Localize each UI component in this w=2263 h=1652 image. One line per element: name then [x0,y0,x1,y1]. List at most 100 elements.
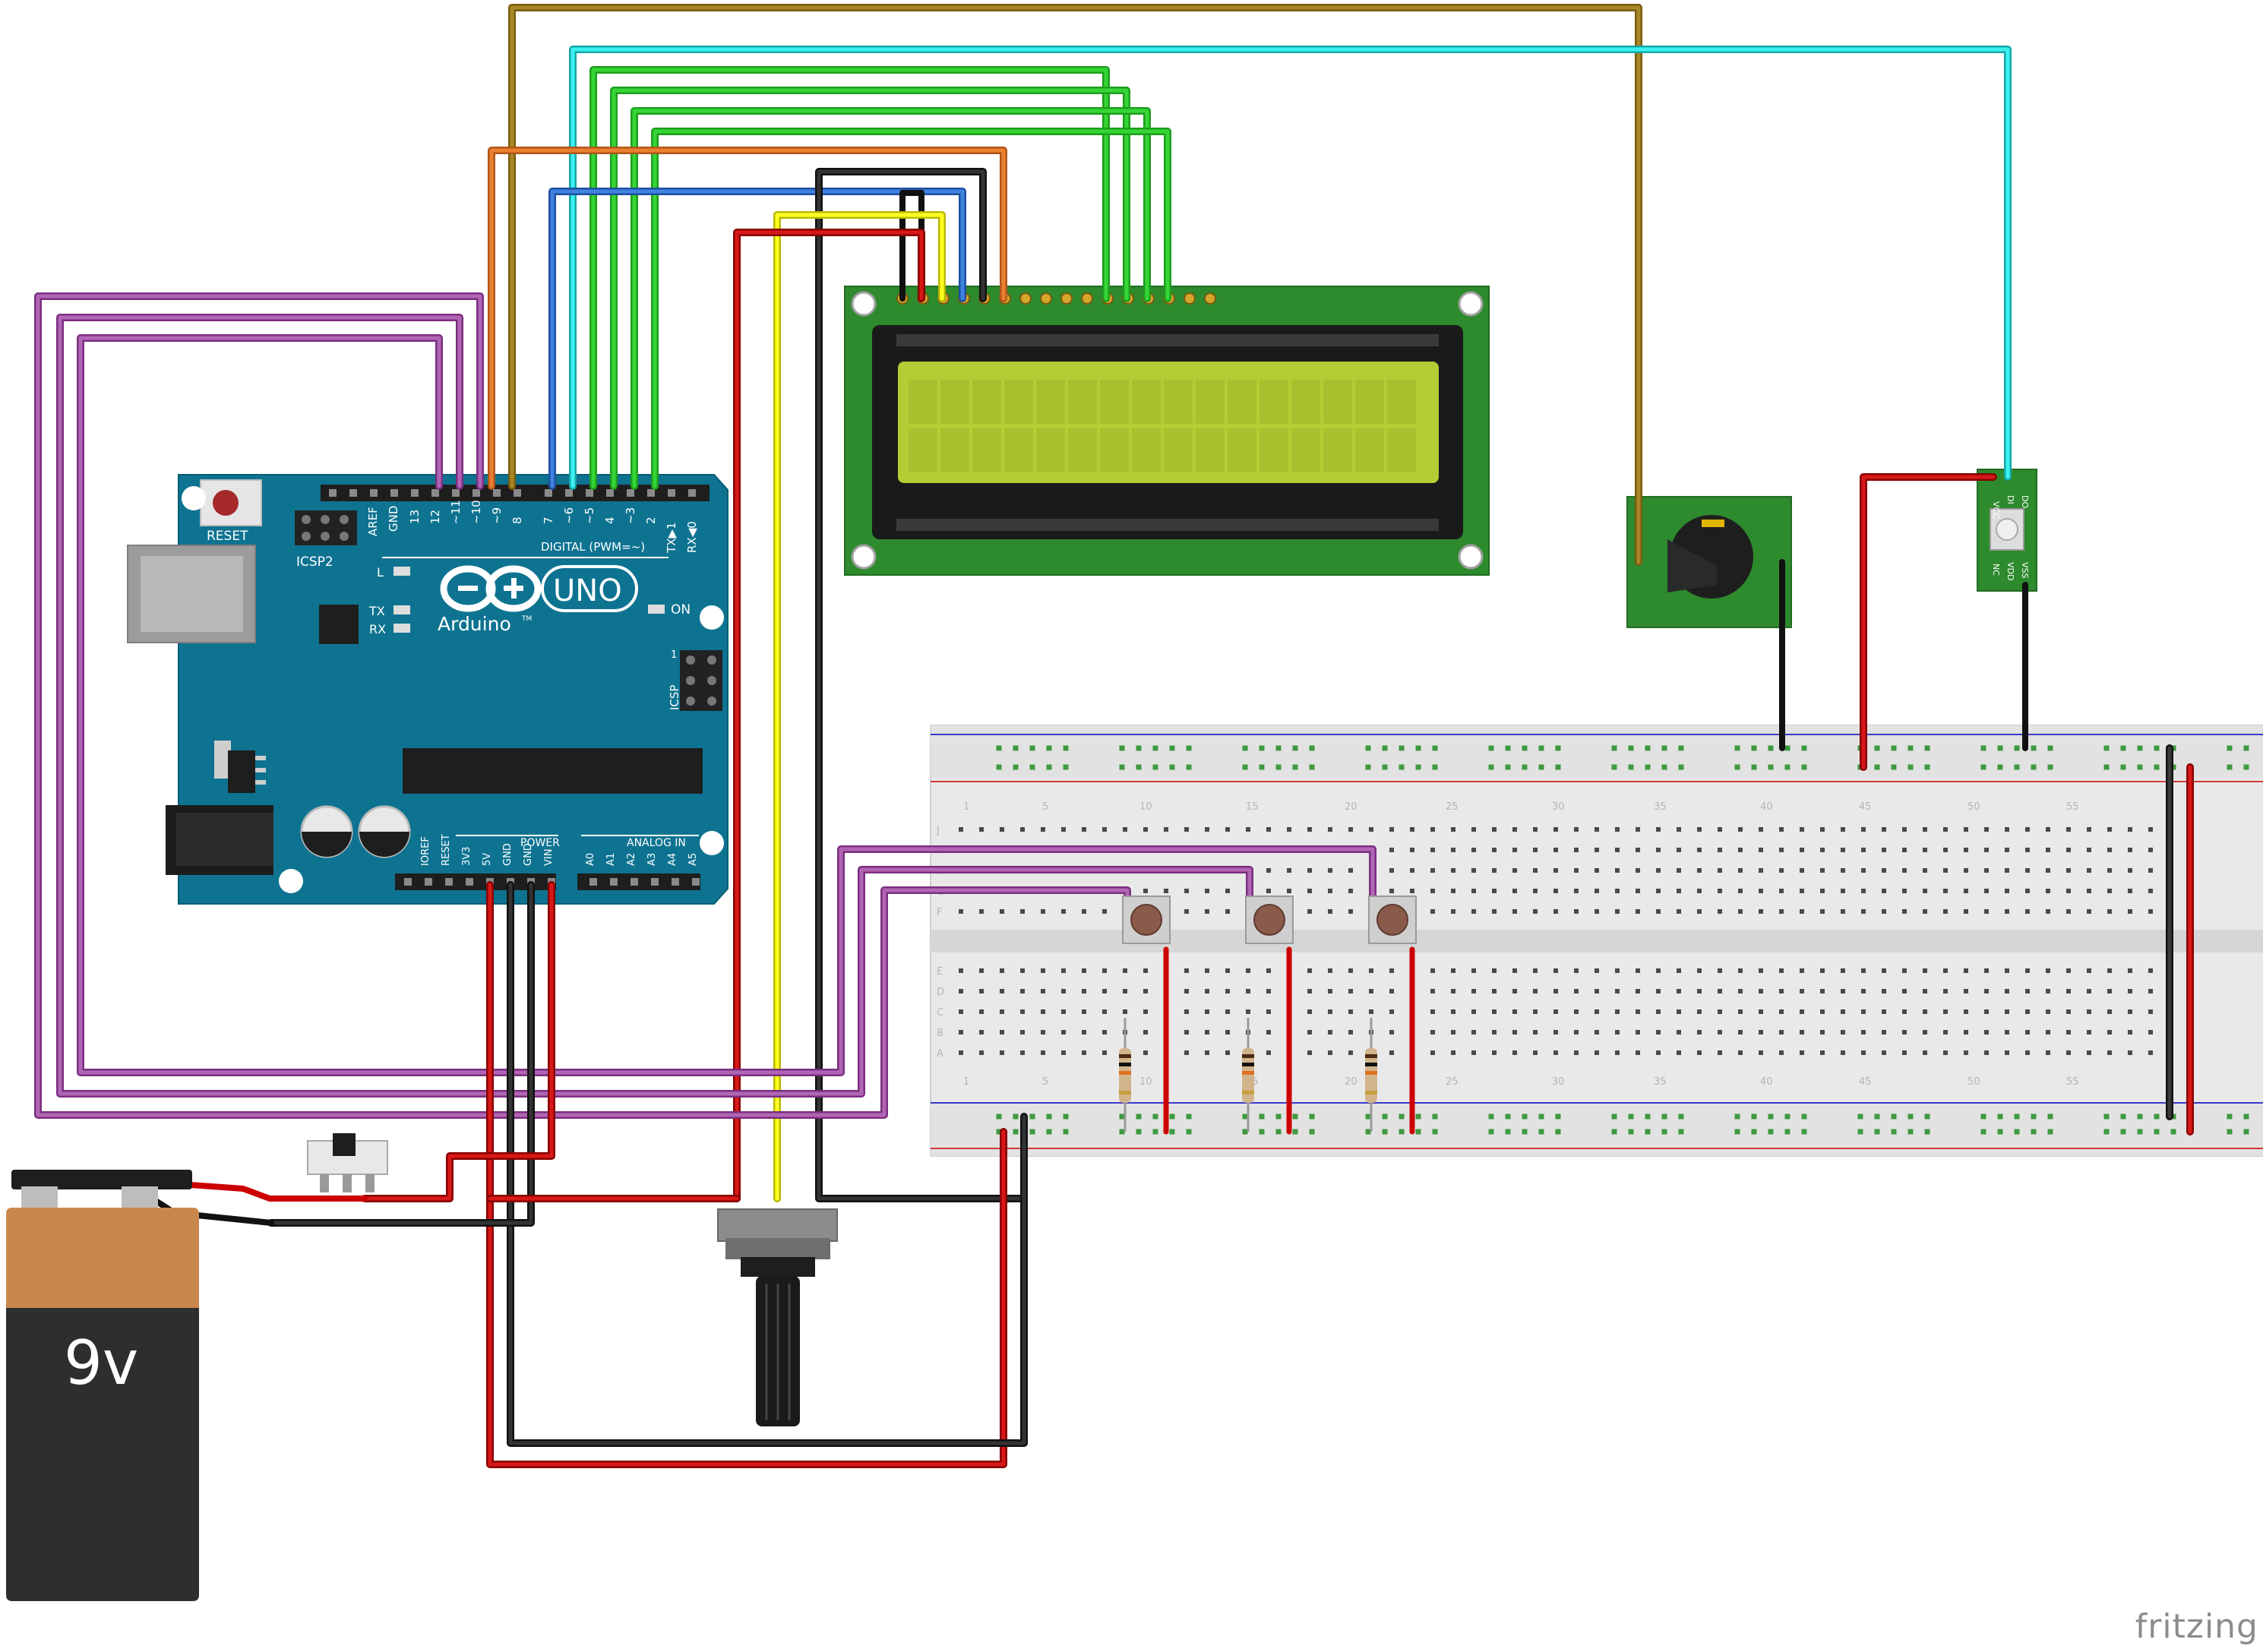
breadboard-hole [1533,968,1538,973]
breadboard-hole [1882,889,1886,893]
breadboard-rail-hole [1309,745,1315,751]
breadboard-rail-hole [1874,764,1880,770]
breadboard-hole [1102,1050,1107,1055]
breadboard-rail-hole [1924,1129,1930,1135]
lcd-mount-hole-tl [851,291,877,317]
breadboard-hole [1964,889,1968,893]
breadboard-rail-hole [1152,745,1158,751]
breadboard-rail-hole [1119,745,1125,751]
breadboard-rail-hole [1784,1113,1790,1120]
breadboard-hole [1000,827,1004,832]
breadboard-rail-hole [2227,1129,2233,1135]
breadboard-hole [1861,1050,1866,1055]
breadboard-hole [1820,1050,1825,1055]
breadboard-hole [2087,989,2091,993]
lcd-char-cell [972,380,1001,424]
breadboard-hole [1656,989,1661,993]
breadboard-hole [1636,968,1640,973]
breadboard-rail-hole [1432,745,1438,751]
breadboard-hole [1389,1050,1394,1055]
breadboard-hole [1020,968,1025,973]
breadboard-hole [1451,848,1455,852]
analog-header-label: ANALOG IN [627,837,686,849]
breadboard-rail-hole [1432,764,1438,770]
breadboard-hole [2025,909,2030,914]
breadboard-rail-hole [1997,1129,2003,1135]
breadboard-rail-hole [1309,1113,1315,1120]
digital-header-label: DIGITAL (PWM=~) [541,540,645,554]
breadboard-hole [1677,848,1681,852]
breadboard-hole [1902,1009,1907,1014]
breadboard-hole [1656,968,1661,973]
breadboard-hole [2005,909,2009,914]
breadboard-hole [1615,868,1620,873]
breadboard-hole [1533,1030,1538,1034]
lcd-pin [1184,292,1196,305]
breadboard-hole [1800,989,1804,993]
breadboard-hole [1595,868,1599,873]
breadboard-rail-hole [1275,1129,1282,1135]
breadboard-rail-hole [1119,1129,1125,1135]
digital-pin [349,489,357,497]
breadboard-hole [2087,848,2091,852]
bb-num-top-5: 5 [1042,801,1048,813]
breadboard-hole [1533,909,1538,914]
lcd-char-cell [940,380,969,424]
breadboard-hole [1943,848,1948,852]
neopixel-pin-do: DO [2020,495,2030,508]
breadboard-hole [1492,889,1497,893]
breadboard-hole [2148,1050,2153,1055]
breadboard-hole [1759,848,1763,852]
breadboard-hole [1656,848,1661,852]
breadboard-hole [1348,868,1353,873]
pin-label-vin: VIN [543,849,555,866]
breadboard-hole [1861,909,1866,914]
breadboard-rail-hole [1678,745,1684,751]
breadboard-hole [1984,989,1989,993]
breadboard-hole [1677,868,1681,873]
breadboard-hole [1779,889,1784,893]
breadboard-hole [1451,889,1455,893]
breadboard-hole [1123,827,1127,832]
lcd-mount-hole-br [1458,544,1484,570]
icsp-pin1-label: 1 [671,649,677,661]
breadboard-hole [979,968,984,973]
breadboard-hole [2107,968,2112,973]
breadboard-hole [2046,909,2050,914]
breadboard-hole [1574,1030,1579,1034]
breadboard-hole [1697,989,1702,993]
breadboard-hole [1943,1030,1948,1034]
breadboard-hole [2148,1009,2153,1014]
breadboard-hole [2066,989,2071,993]
breadboard-hole [1471,827,1476,832]
digital-pin [688,489,696,497]
breadboard-rail-hole [1029,1129,1035,1135]
breadboard-hole [1020,1050,1025,1055]
breadboard-hole [1328,1030,1332,1034]
breadboard-hole [2066,1050,2071,1055]
breadboard-hole [1020,827,1025,832]
breadboard-hole [1615,848,1620,852]
breadboard-hole [1902,968,1907,973]
neopixel-pin-vdd: VDD [2005,562,2015,580]
bb-num-top-55: 55 [2066,801,2079,813]
pin-label-gnd: GND [387,506,400,532]
pin-label-12: 12 [428,510,442,524]
breadboard-hole [1800,909,1804,914]
breadboard-rail-hole [1013,764,1019,770]
breadboard-hole [1738,968,1743,973]
breadboard-hole [1820,848,1825,852]
bb-num-top-45: 45 [1859,801,1872,813]
breadboard-hole [2148,968,2153,973]
row-letter-e: E [937,966,943,978]
breadboard-hole [1820,868,1825,873]
breadboard-hole [1595,1030,1599,1034]
breadboard-hole [1861,989,1866,993]
breadboard-hole [1451,909,1455,914]
breadboard-hole [1738,989,1743,993]
breadboard-hole [1389,848,1394,852]
l-led [393,567,410,576]
breadboard-hole [1389,989,1394,993]
pin-label-a5: A5 [687,853,699,866]
breadboard-rail-hole [1538,1129,1544,1135]
